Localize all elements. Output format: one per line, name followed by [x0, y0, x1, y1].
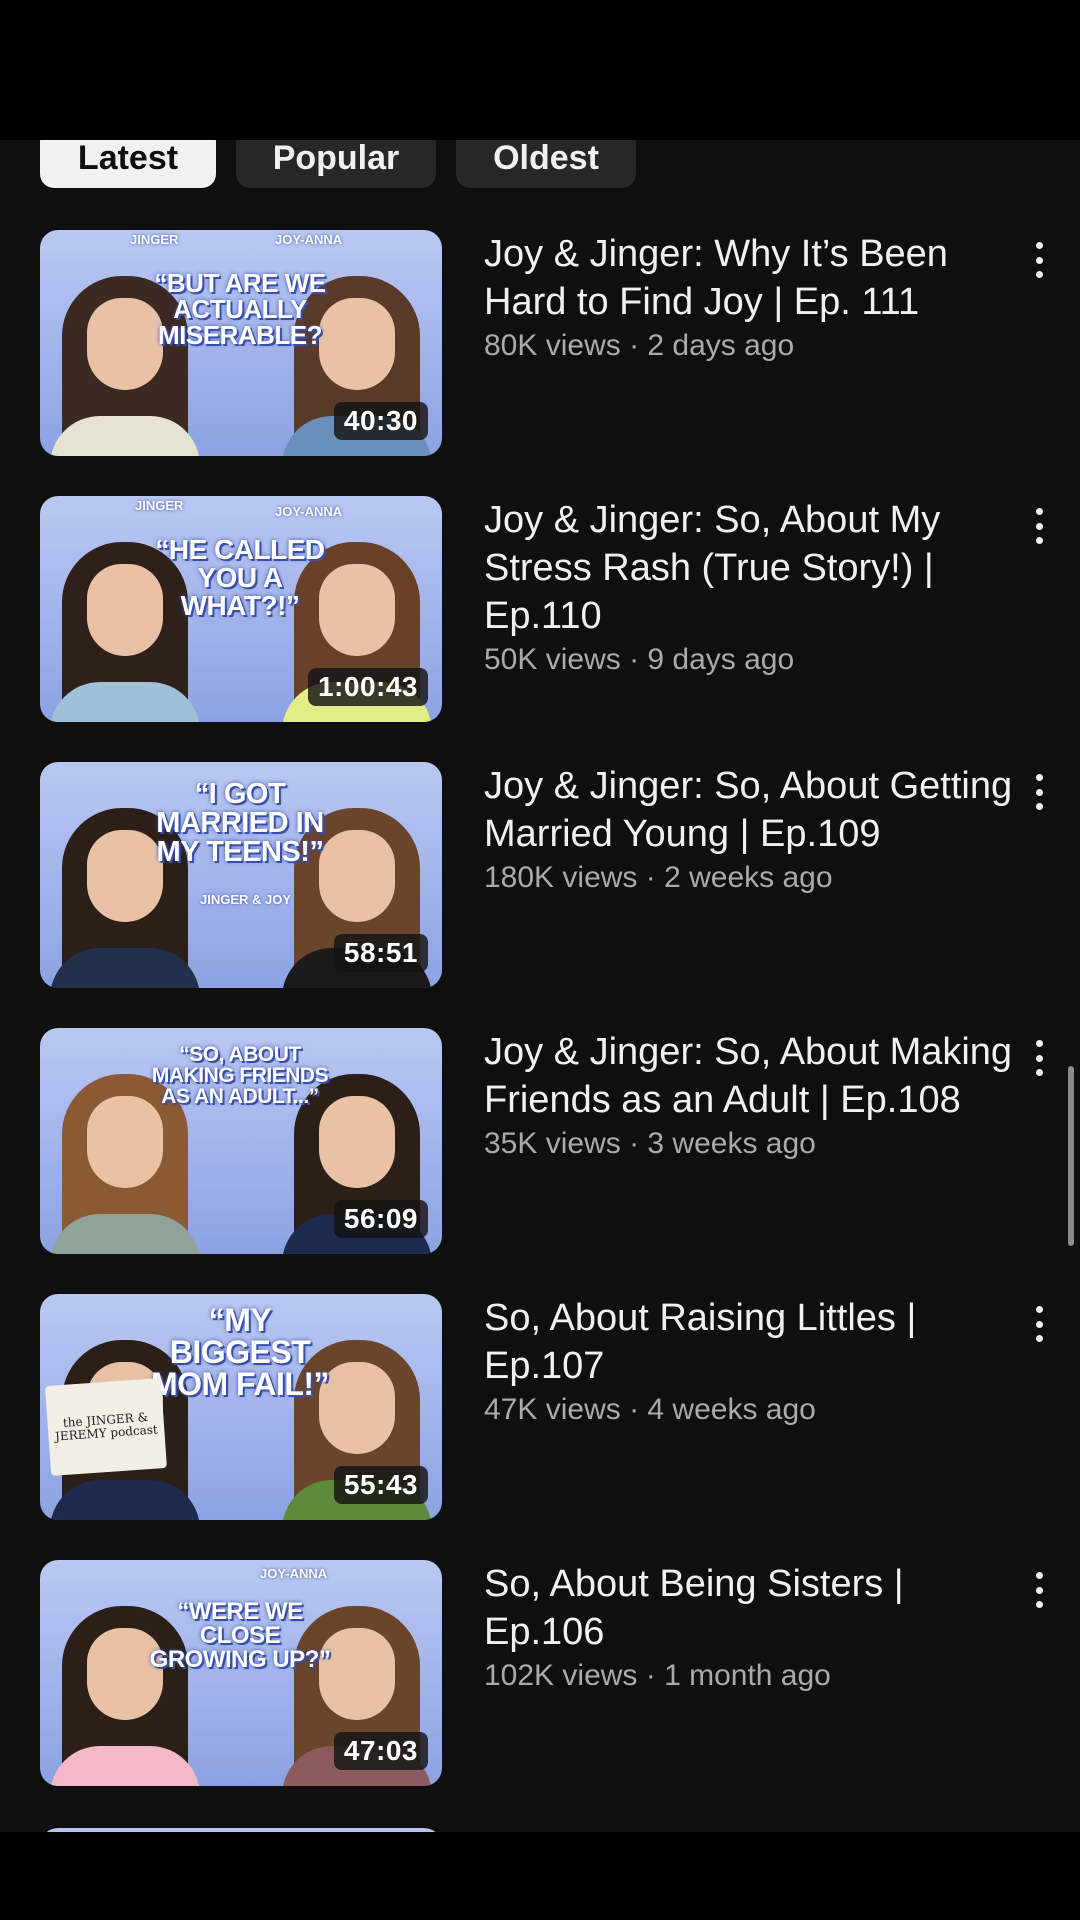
video-info[interactable]: So, About Being Sisters | Ep.106 102K vi…: [484, 1560, 1014, 1694]
video-list-item[interactable]: “MY BIGGEST MOM FAIL!” the JINGER & JERE…: [0, 1294, 1080, 1560]
video-meta: 180K views · 2 weeks ago: [484, 861, 833, 894]
video-meta: 47K views · 4 weeks ago: [484, 1393, 816, 1426]
next-video-thumbnail-peek[interactable]: [40, 1828, 442, 1832]
video-thumbnail[interactable]: “SO, ABOUT MAKING FRIENDS AS AN ADULT...…: [40, 1028, 442, 1254]
video-thumbnail[interactable]: “MY BIGGEST MOM FAIL!” the JINGER & JERE…: [40, 1294, 442, 1520]
thumbnail-tag-right: JOY-ANNA: [260, 1566, 328, 1581]
video-duration-badge: 1:00:43: [307, 668, 428, 706]
video-list-item[interactable]: JINGER & JOY “I GOT MARRIED IN MY TEENS!…: [0, 762, 1080, 1028]
thumbnail-caption: “I GOT MARRIED IN MY TEENS!”: [156, 778, 324, 868]
video-title[interactable]: Joy & Jinger: So, About Making Friends a…: [484, 1028, 1014, 1124]
filter-chip-latest[interactable]: Latest: [40, 140, 216, 188]
thumbnail-caption: “BUT ARE WE ACTUALLY MISERABLE?: [154, 268, 326, 350]
video-info[interactable]: Joy & Jinger: So, About Getting Married …: [484, 762, 1014, 896]
video-meta: 80K views · 2 days ago: [484, 329, 795, 362]
video-list-item[interactable]: JINGER JOY-ANNA “BUT ARE WE ACTUALLY MIS…: [0, 230, 1080, 496]
filter-chip-popular[interactable]: Popular: [236, 140, 436, 188]
thumbnail-tag-right: JOY-ANNA: [275, 504, 343, 519]
video-duration-badge: 55:43: [333, 1466, 428, 1504]
thumbnail-caption: “WERE WE CLOSE GROWING UP?”: [149, 1598, 331, 1673]
video-info[interactable]: Joy & Jinger: So, About My Stress Rash (…: [484, 496, 1014, 678]
video-title[interactable]: Joy & Jinger: So, About My Stress Rash (…: [484, 496, 1014, 640]
video-info[interactable]: Joy & Jinger: Why It’s Been Hard to Find…: [484, 230, 1014, 364]
thumbnail-caption: “SO, ABOUT MAKING FRIENDS AS AN ADULT...…: [151, 1043, 329, 1108]
video-list-item[interactable]: JINGER JOY-ANNA “HE CALLED YOU A WHAT?!”…: [0, 496, 1080, 762]
video-duration-badge: 58:51: [333, 934, 428, 972]
video-list-item[interactable]: JOY-ANNA “WERE WE CLOSE GROWING UP?” 47:…: [0, 1560, 1080, 1826]
more-options-icon[interactable]: [1024, 1568, 1054, 1612]
video-thumbnail[interactable]: JINGER JOY-ANNA “BUT ARE WE ACTUALLY MIS…: [40, 230, 442, 456]
video-meta: 35K views · 3 weeks ago: [484, 1127, 816, 1160]
video-duration-badge: 47:03: [333, 1732, 428, 1770]
video-title[interactable]: So, About Being Sisters | Ep.106: [484, 1560, 1014, 1656]
video-thumbnail[interactable]: JINGER JOY-ANNA “HE CALLED YOU A WHAT?!”…: [40, 496, 442, 722]
thumbnail-tag-left: JINGER: [135, 498, 184, 513]
more-options-icon[interactable]: [1024, 238, 1054, 282]
video-duration-badge: 40:30: [333, 402, 428, 440]
more-options-icon[interactable]: [1024, 1302, 1054, 1346]
thumbnail-tag-right: JOY-ANNA: [275, 232, 343, 247]
app-screen: Latest Popular Oldest JINGER JOY-ANNA “B…: [0, 0, 1080, 1920]
thumbnail-tag-left: JINGER: [130, 232, 179, 247]
thumbnail-caption: “HE CALLED YOU A WHAT?!”: [155, 534, 325, 621]
podcast-card-text: the JINGER & JEREMY podcast: [54, 1409, 159, 1444]
podcast-card: the JINGER & JEREMY podcast: [45, 1378, 167, 1476]
thumbnail-caption: “MY BIGGEST MOM FAIL!”: [150, 1302, 330, 1402]
video-list: JINGER JOY-ANNA “BUT ARE WE ACTUALLY MIS…: [0, 230, 1080, 1826]
scrollbar-thumb[interactable]: [1068, 1066, 1074, 1246]
video-info[interactable]: So, About Raising Littles | Ep.107 47K v…: [484, 1294, 1014, 1428]
video-title[interactable]: Joy & Jinger: So, About Getting Married …: [484, 762, 1014, 858]
more-options-icon[interactable]: [1024, 770, 1054, 814]
video-duration-badge: 56:09: [333, 1200, 428, 1238]
video-info[interactable]: Joy & Jinger: So, About Making Friends a…: [484, 1028, 1014, 1162]
video-meta: 102K views · 1 month ago: [484, 1659, 831, 1692]
video-title[interactable]: So, About Raising Littles | Ep.107: [484, 1294, 1014, 1390]
video-title[interactable]: Joy & Jinger: Why It’s Been Hard to Find…: [484, 230, 1014, 326]
video-list-item[interactable]: “SO, ABOUT MAKING FRIENDS AS AN ADULT...…: [0, 1028, 1080, 1294]
sort-filter-chips: Latest Popular Oldest: [40, 140, 636, 188]
video-thumbnail[interactable]: JINGER & JOY “I GOT MARRIED IN MY TEENS!…: [40, 762, 442, 988]
thumbnail-tag-right: JINGER & JOY: [200, 892, 292, 907]
filter-chip-oldest[interactable]: Oldest: [456, 140, 636, 188]
video-meta: 50K views · 9 days ago: [484, 643, 795, 676]
video-thumbnail[interactable]: JOY-ANNA “WERE WE CLOSE GROWING UP?” 47:…: [40, 1560, 442, 1786]
channel-videos-panel: Latest Popular Oldest JINGER JOY-ANNA “B…: [0, 140, 1080, 1832]
more-options-icon[interactable]: [1024, 504, 1054, 548]
more-options-icon[interactable]: [1024, 1036, 1054, 1080]
